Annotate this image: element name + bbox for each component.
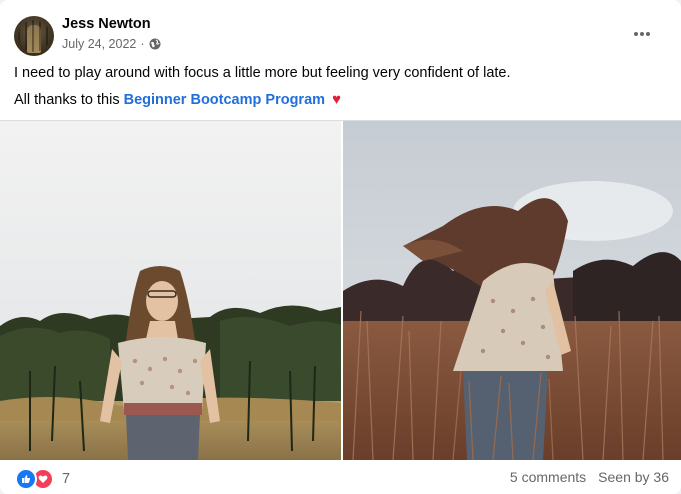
seen-by-count[interactable]: Seen by 36 <box>598 469 669 485</box>
post-footer: 7 5 comments Seen by 36 <box>0 459 681 494</box>
post-date[interactable]: July 24, 2022 <box>62 37 136 51</box>
post-header: Jess Newton July 24, 2022 · <box>14 14 664 56</box>
like-icon <box>15 468 37 490</box>
post-text-line2: All thanks to this Beginner Bootcamp Pro… <box>14 91 341 108</box>
photo-grid <box>0 120 681 460</box>
bootcamp-link[interactable]: Beginner Bootcamp Program <box>124 92 325 108</box>
more-options-icon[interactable] <box>630 24 654 44</box>
author-name[interactable]: Jess Newton <box>62 16 151 32</box>
globe-icon[interactable] <box>149 38 161 50</box>
heart-emoji-icon: ♥ <box>332 91 341 108</box>
post-card: Jess Newton July 24, 2022 · I need to pl… <box>0 0 681 494</box>
reaction-count: 7 <box>62 471 71 487</box>
avatar[interactable] <box>14 16 54 56</box>
post-stats: 5 comments Seen by 36 <box>510 469 669 485</box>
photo-woman-hair-flip[interactable] <box>343 121 681 460</box>
post-meta: July 24, 2022 · <box>62 37 161 51</box>
post-text-prefix: All thanks to this <box>14 92 120 108</box>
comments-count[interactable]: 5 comments <box>510 469 586 485</box>
photo-woman-walking[interactable] <box>0 121 341 460</box>
meta-separator: · <box>140 37 145 51</box>
post-text-line1: I need to play around with focus a littl… <box>14 65 511 81</box>
reactions-summary[interactable]: 7 <box>15 468 70 490</box>
